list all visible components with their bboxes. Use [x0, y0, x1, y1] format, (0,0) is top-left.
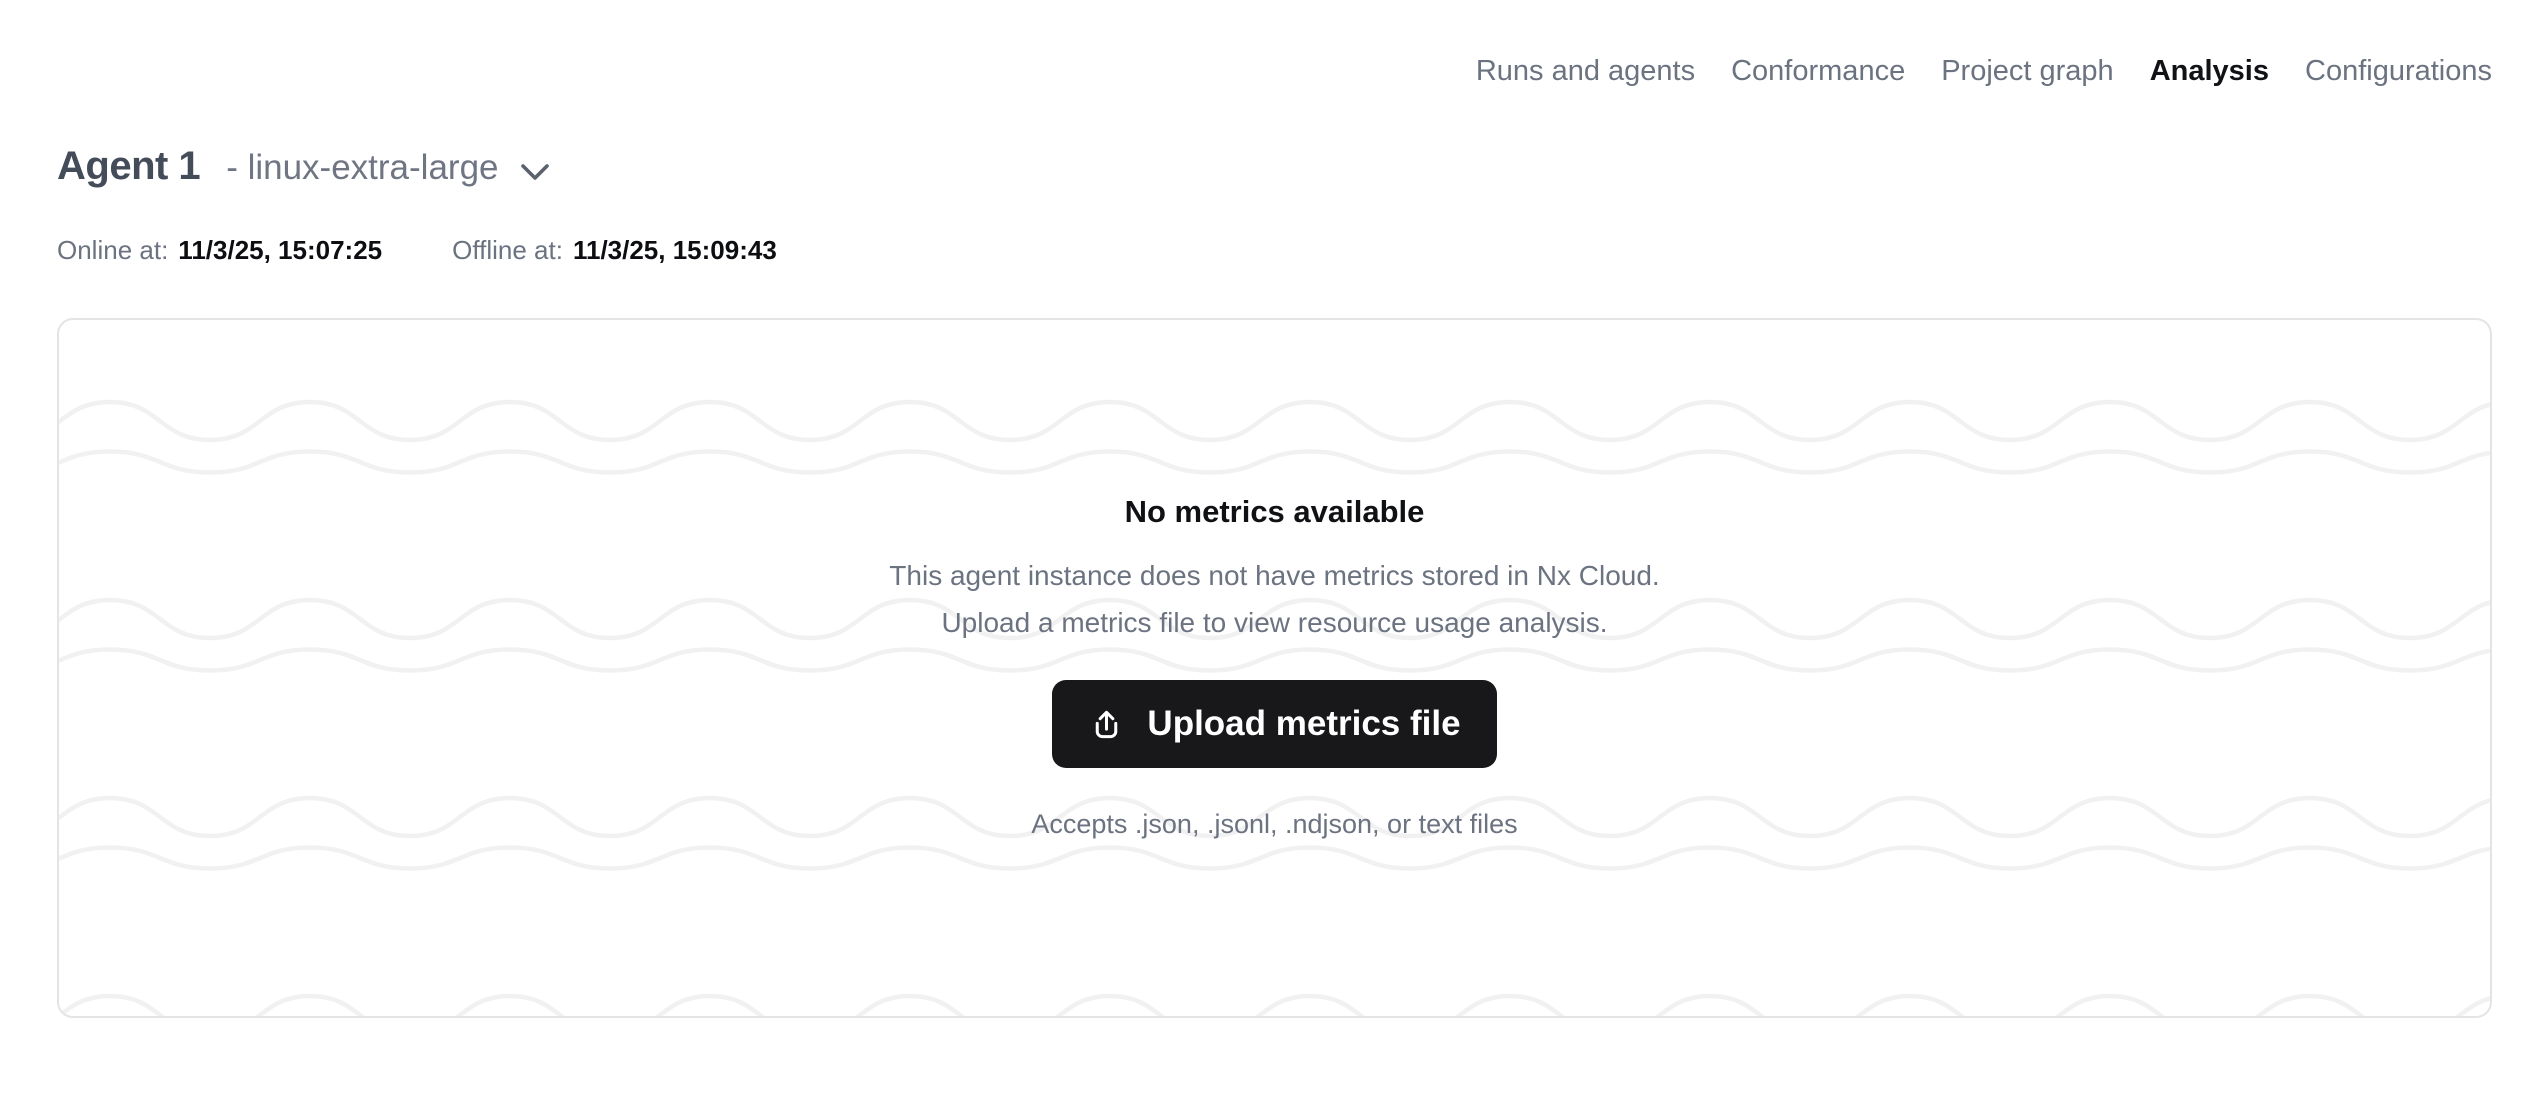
chevron-down-icon: [519, 161, 551, 183]
online-at-value: 11/3/25, 15:07:25: [178, 234, 382, 267]
upload-button-label: Upload metrics file: [1147, 704, 1460, 744]
agent-selector-dropdown[interactable]: [519, 161, 551, 183]
online-at-group: Online at: 11/3/25, 15:07:25: [57, 234, 382, 267]
nav-link-project-graph[interactable]: Project graph: [1941, 52, 2114, 90]
nav-link-conformance[interactable]: Conformance: [1731, 52, 1905, 90]
offline-at-value: 11/3/25, 15:09:43: [573, 234, 777, 267]
agent-times-row: Online at: 11/3/25, 15:07:25 Offline at:…: [57, 234, 777, 267]
upload-icon: [1088, 706, 1125, 743]
upload-metrics-file-button[interactable]: Upload metrics file: [1052, 680, 1496, 768]
agent-header: Agent 1 - linux-extra-large: [57, 142, 551, 190]
empty-state-description-line1: This agent instance does not have metric…: [889, 552, 1659, 599]
empty-state-content: No metrics available This agent instance…: [59, 320, 2490, 844]
nav-link-analysis[interactable]: Analysis: [2150, 52, 2269, 90]
accepted-file-types-note: Accepts .json, .jsonl, .ndjson, or text …: [1031, 804, 1517, 844]
agent-launch-template-label: - linux-extra-large: [226, 146, 498, 190]
empty-state-description-line2: Upload a metrics file to view resource u…: [941, 599, 1607, 646]
metrics-empty-state-card: No metrics available This agent instance…: [57, 318, 2492, 1018]
empty-state-title: No metrics available: [1125, 490, 1425, 534]
offline-at-label: Offline at:: [452, 234, 563, 267]
offline-at-group: Offline at: 11/3/25, 15:09:43: [452, 234, 777, 267]
nav-link-runs-and-agents[interactable]: Runs and agents: [1476, 52, 1695, 90]
page-title: Agent 1: [57, 142, 200, 190]
nav-link-configurations[interactable]: Configurations: [2305, 52, 2492, 90]
top-nav: Runs and agents Conformance Project grap…: [1476, 52, 2492, 90]
online-at-label: Online at:: [57, 234, 168, 267]
